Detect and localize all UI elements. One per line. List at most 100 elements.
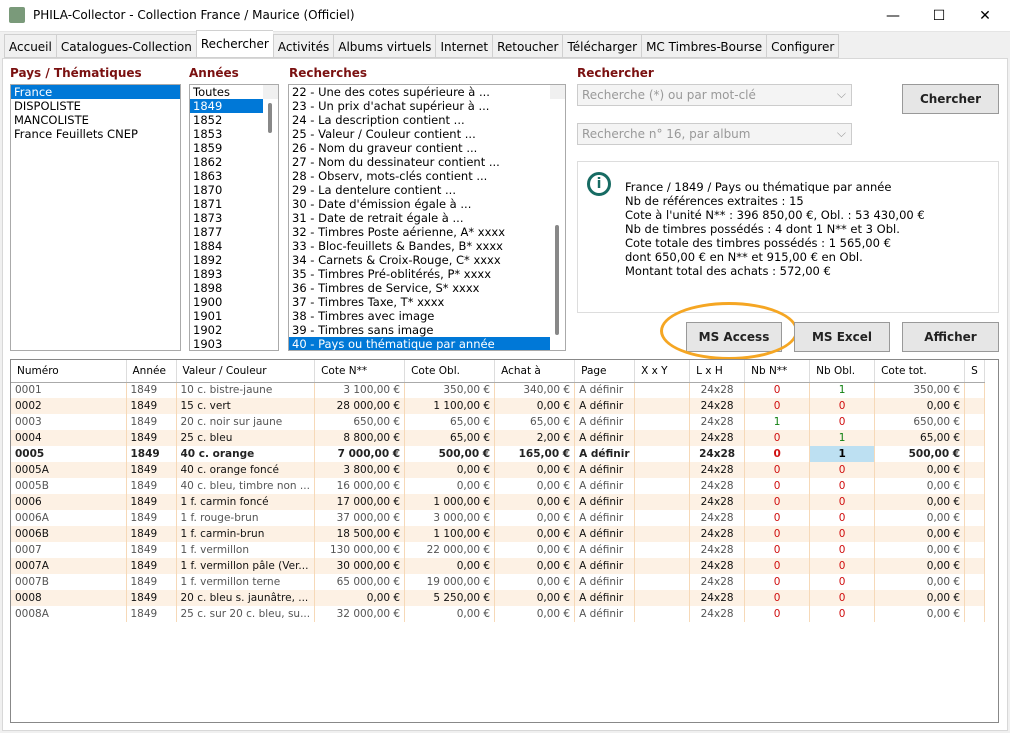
table-cell: 40 c. orange (176, 446, 316, 462)
column-header[interactable]: X x Y (634, 360, 691, 383)
column-header[interactable]: Cote N** (314, 360, 406, 383)
column-header[interactable]: Cote Obl. (404, 360, 496, 383)
list-item[interactable]: 37 - Timbres Taxe, T* xxxx (289, 295, 550, 309)
tab-retoucher[interactable]: Retoucher (492, 34, 563, 58)
results-grid[interactable]: Numéro Année Valeur / Couleur Cote N** Cote … (10, 359, 999, 723)
column-header[interactable]: Nb Obl. (809, 360, 876, 383)
column-header[interactable]: L x H (689, 360, 746, 383)
list-item[interactable]: 1862 (190, 155, 263, 169)
list-item[interactable]: 26 - Nom du graveur contient ... (289, 141, 550, 155)
table-row[interactable]: 0006B 1849 1 f. carmin-brun 18 500,00 €1 10… (11, 526, 986, 542)
list-item[interactable]: 35 - Timbres Pré-oblitérés, P* xxxx (289, 267, 550, 281)
list-item[interactable]: 30 - Date d'émission égale à ... (289, 197, 550, 211)
table-row[interactable]: 0001 1849 10 c. bistre-jaune 3 100,00 €350,… (11, 382, 986, 398)
album-search-combo[interactable]: Recherche n° 16, par album ⌵ (577, 123, 852, 145)
list-item[interactable]: 33 - Bloc-feuillets & Bandes, B* xxxx (289, 239, 550, 253)
annees-list[interactable]: Toutes 1849 1852 1853 1859 1862 1863 1870 1871 18… (189, 84, 279, 351)
list-item[interactable]: 38 - Timbres avec image (289, 309, 550, 323)
keyword-search-combo[interactable]: Recherche (*) ou par mot-clé ⌵ (577, 84, 852, 106)
list-item[interactable]: 1870 (190, 183, 263, 197)
table-row[interactable]: 0007B 1849 1 f. vermillon terne 65 000,00 €… (11, 574, 986, 590)
table-cell: A définir (574, 542, 636, 558)
table-row[interactable]: 0002 1849 15 c. vert 28 000,00 €1 100,00 €0… (11, 398, 986, 414)
tab-internet[interactable]: Internet (435, 34, 493, 58)
table-row[interactable]: 0008A 1849 25 c. sur 20 c. bleu, su... 32 0… (11, 606, 986, 622)
tab-albums-virtuels[interactable]: Albums virtuels (333, 34, 436, 58)
column-header[interactable]: S (964, 360, 986, 383)
column-header[interactable]: Valeur / Couleur (176, 360, 316, 383)
table-row[interactable]: 0008 1849 20 c. bleu s. jaunâtre, ... 0,00 … (11, 590, 986, 606)
table-row[interactable]: 0003 1849 20 c. noir sur jaune 650,00 €65,0… (11, 414, 986, 430)
table-cell: 0,00 € (404, 558, 496, 574)
list-item[interactable]: MANCOLISTE (11, 113, 180, 127)
table-row[interactable]: 0007A 1849 1 f. vermillon pâle (Ver... 30 0… (11, 558, 986, 574)
scrollbar[interactable] (263, 85, 278, 133)
list-item[interactable]: 32 - Timbres Poste aérienne, A* xxxx (289, 225, 550, 239)
list-item[interactable]: 1884 (190, 239, 263, 253)
tab-t-l-charger[interactable]: Télécharger (562, 34, 642, 58)
column-header[interactable]: Achat à (494, 360, 576, 383)
list-item[interactable]: 1900 (190, 295, 263, 309)
tab-accueil[interactable]: Accueil (4, 34, 56, 58)
table-row[interactable]: 0006 1849 1 f. carmin foncé 17 000,00 €1 00… (11, 494, 986, 510)
list-item[interactable]: 39 - Timbres sans image (289, 323, 550, 337)
list-item[interactable]: 1893 (190, 267, 263, 281)
tab-rechercher[interactable]: Rechercher (195, 30, 273, 58)
list-item[interactable]: 1877 (190, 225, 263, 239)
list-item[interactable]: 1852 (190, 113, 263, 127)
list-item[interactable]: 1898 (190, 281, 263, 295)
pays-list[interactable]: France DISPOLISTE MANCOLISTE France Feuille… (10, 84, 181, 351)
scrollbar[interactable] (550, 85, 565, 335)
table-row[interactable]: 0007 1849 1 f. vermillon 130 000,00 €22 000… (11, 542, 986, 558)
table-row[interactable]: 0005 1849 40 c. orange 7 000,00 €500,00 €16… (11, 446, 986, 462)
list-item[interactable]: 1863 (190, 169, 263, 183)
list-item[interactable]: France Feuillets CNEP (11, 127, 180, 141)
list-item[interactable]: France (11, 85, 180, 99)
column-header[interactable]: Nb N** (744, 360, 811, 383)
list-item[interactable]: 36 - Timbres de Service, S* xxxx (289, 281, 550, 295)
list-item[interactable]: 1853 (190, 127, 263, 141)
list-item[interactable]: 1901 (190, 309, 263, 323)
list-item[interactable]: 27 - Nom du dessinateur contient ... (289, 155, 550, 169)
table-row[interactable]: 0006A 1849 1 f. rouge-brun 37 000,00 €3 000… (11, 510, 986, 526)
minimize-button[interactable]: — (870, 0, 916, 32)
list-item[interactable]: 1903 (190, 337, 263, 350)
column-header[interactable]: Année (126, 360, 177, 383)
afficher-button[interactable]: Afficher (902, 322, 999, 352)
column-header[interactable]: Cote tot. (874, 360, 966, 383)
list-item[interactable]: 28 - Observ, mots-clés contient ... (289, 169, 550, 183)
list-item[interactable]: 1902 (190, 323, 263, 337)
list-item[interactable]: 1859 (190, 141, 263, 155)
list-item[interactable]: 1849 (190, 99, 263, 113)
list-item[interactable]: 31 - Date de retrait égale à ... (289, 211, 550, 225)
ms-excel-button[interactable]: MS Excel (794, 322, 890, 352)
close-button[interactable]: ✕ (962, 0, 1008, 32)
list-item[interactable]: 22 - Une des cotes supérieure à ... (289, 85, 550, 99)
list-item[interactable]: 29 - La dentelure contient ... (289, 183, 550, 197)
column-header[interactable]: Page (574, 360, 636, 383)
list-item[interactable]: 25 - Valeur / Couleur contient ... (289, 127, 550, 141)
list-item[interactable]: 24 - La description contient ... (289, 113, 550, 127)
scrollbar-thumb[interactable] (555, 225, 559, 335)
list-item[interactable]: Toutes (190, 85, 263, 99)
tab-catalogues-collection[interactable]: Catalogues-Collection (55, 34, 196, 58)
list-item[interactable]: 1892 (190, 253, 263, 267)
tab-activit-s[interactable]: Activités (272, 34, 334, 58)
tab-configurer[interactable]: Configurer (766, 34, 840, 58)
chercher-button[interactable]: Chercher (902, 84, 999, 114)
list-item[interactable]: 34 - Carnets & Croix-Rouge, C* xxxx (289, 253, 550, 267)
list-item[interactable]: 40 - Pays ou thématique par année (289, 337, 550, 350)
recherches-list[interactable]: 22 - Une des cotes supérieure à ... 23 - … (288, 84, 566, 351)
scrollbar-thumb[interactable] (268, 103, 272, 133)
maximize-button[interactable]: ☐ (916, 0, 962, 32)
list-item[interactable]: DISPOLISTE (11, 99, 180, 113)
column-header[interactable]: Numéro (11, 360, 127, 383)
table-row[interactable]: 0004 1849 25 c. bleu 8 800,00 €65,00 €2,00 … (11, 430, 986, 446)
table-row[interactable]: 0005B 1849 40 c. bleu, timbre non ... 16 00… (11, 478, 986, 494)
table-row[interactable]: 0005A 1849 40 c. orange foncé 3 800,00 €0,0… (11, 462, 986, 478)
list-item[interactable]: 1873 (190, 211, 263, 225)
table-cell: 0,00 € (494, 558, 576, 574)
list-item[interactable]: 1871 (190, 197, 263, 211)
list-item[interactable]: 23 - Un prix d'achat supérieur à ... (289, 99, 550, 113)
tab-mc-timbres-bourse[interactable]: MC Timbres-Bourse (641, 34, 767, 58)
